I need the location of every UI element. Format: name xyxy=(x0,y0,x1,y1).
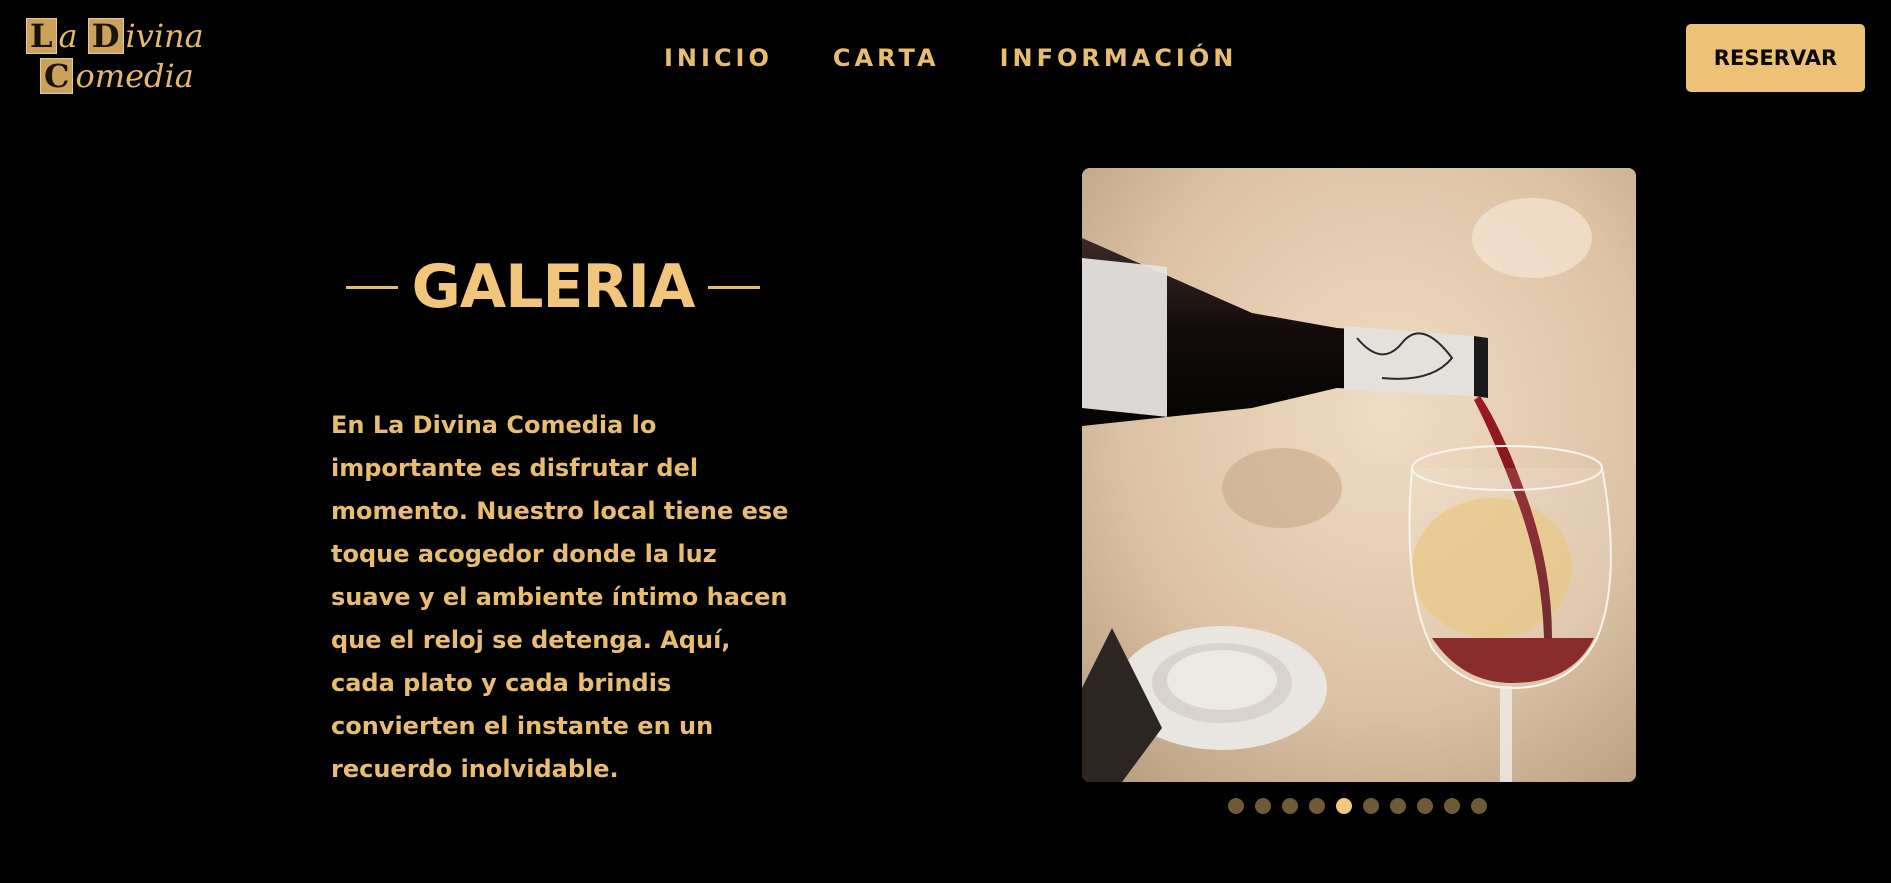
slider-dots xyxy=(1228,797,1487,815)
restaurant-logo[interactable]: La Divina Comedia xyxy=(24,16,204,96)
heading-rule-left xyxy=(346,285,398,289)
slider-dot[interactable] xyxy=(1336,798,1352,814)
slider-dot[interactable] xyxy=(1444,798,1460,814)
slider-dot[interactable] xyxy=(1255,798,1271,814)
logo-initial-c: C xyxy=(40,58,74,94)
gallery-heading: GALERIA xyxy=(346,252,760,322)
slider-dot[interactable] xyxy=(1417,798,1433,814)
slider-dot[interactable] xyxy=(1228,798,1244,814)
nav-link-informacion[interactable]: INFORMACIÓN xyxy=(1000,44,1238,72)
wine-pouring-image xyxy=(1082,168,1636,782)
logo-text: omedia xyxy=(75,57,194,95)
heading-rule-right xyxy=(708,285,760,289)
logo-initial-d: D xyxy=(87,18,124,54)
slider-dot[interactable] xyxy=(1390,798,1406,814)
nav-link-inicio[interactable]: INICIO xyxy=(664,44,773,72)
slider-dot[interactable] xyxy=(1471,798,1487,814)
site-header: La Divina Comedia INICIO CARTA INFORMACI… xyxy=(0,0,1891,118)
nav-link-carta[interactable]: CARTA xyxy=(833,44,940,72)
gallery-photo[interactable] xyxy=(1082,168,1636,782)
logo-initial-l: L xyxy=(26,18,57,54)
logo-text: ivina xyxy=(125,17,204,55)
main-nav: INICIO CARTA INFORMACIÓN xyxy=(664,42,1237,74)
slider-dot[interactable] xyxy=(1282,798,1298,814)
gallery-description: En La Divina Comedia lo importante es di… xyxy=(331,411,789,783)
logo-text: a xyxy=(58,17,78,55)
gallery-title: GALERIA xyxy=(411,252,696,322)
slider-dot[interactable] xyxy=(1363,798,1379,814)
reserve-button[interactable]: RESERVAR xyxy=(1686,24,1865,92)
slider-dot[interactable] xyxy=(1309,798,1325,814)
